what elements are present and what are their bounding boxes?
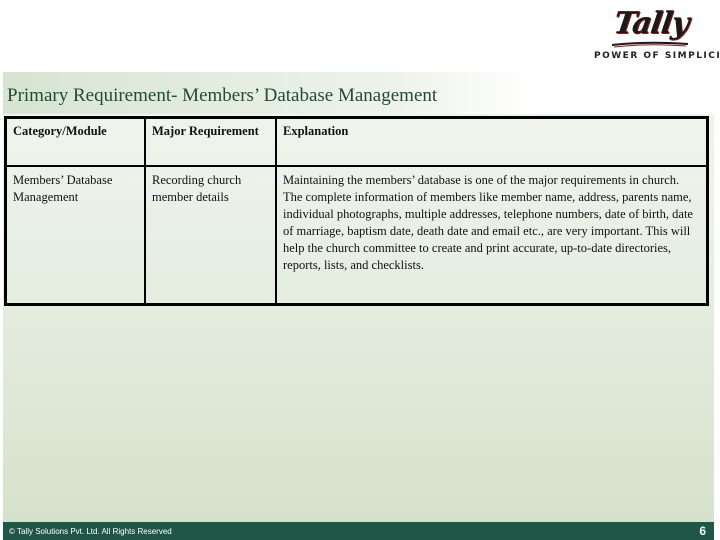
header-category: Category/Module	[4, 116, 146, 167]
slide-title: Primary Requirement- Members’ Database M…	[7, 85, 438, 106]
copyright-text: © Tally Solutions Pvt. Ltd. All Rights R…	[9, 527, 172, 536]
table-header-row: Category/Module Major Requirement Explan…	[4, 116, 709, 167]
cell-requirement: Recording church member details	[144, 165, 277, 306]
title-band: Primary Requirement- Members’ Database M…	[3, 72, 714, 114]
slide-page: Tally POWER OF SIMPLICITY Primary Requir…	[0, 0, 720, 540]
cell-category: Members’ Database Management	[4, 165, 146, 306]
logo-tagline: POWER OF SIMPLICITY	[594, 51, 720, 61]
header-major-requirement: Major Requirement	[144, 116, 277, 167]
footer-bar: © Tally Solutions Pvt. Ltd. All Rights R…	[3, 522, 714, 540]
cell-explanation: Maintaining the members’ database is one…	[275, 165, 709, 306]
header-explanation: Explanation	[275, 116, 709, 167]
logo-swoosh-icon	[611, 41, 689, 48]
tally-logo: Tally POWER OF SIMPLICITY	[590, 6, 720, 62]
table-row: Members’ Database Management Recording c…	[4, 165, 709, 306]
requirements-table: Category/Module Major Requirement Explan…	[4, 116, 709, 306]
logo-wordmark: Tally	[611, 6, 691, 41]
page-number: 6	[699, 524, 706, 538]
